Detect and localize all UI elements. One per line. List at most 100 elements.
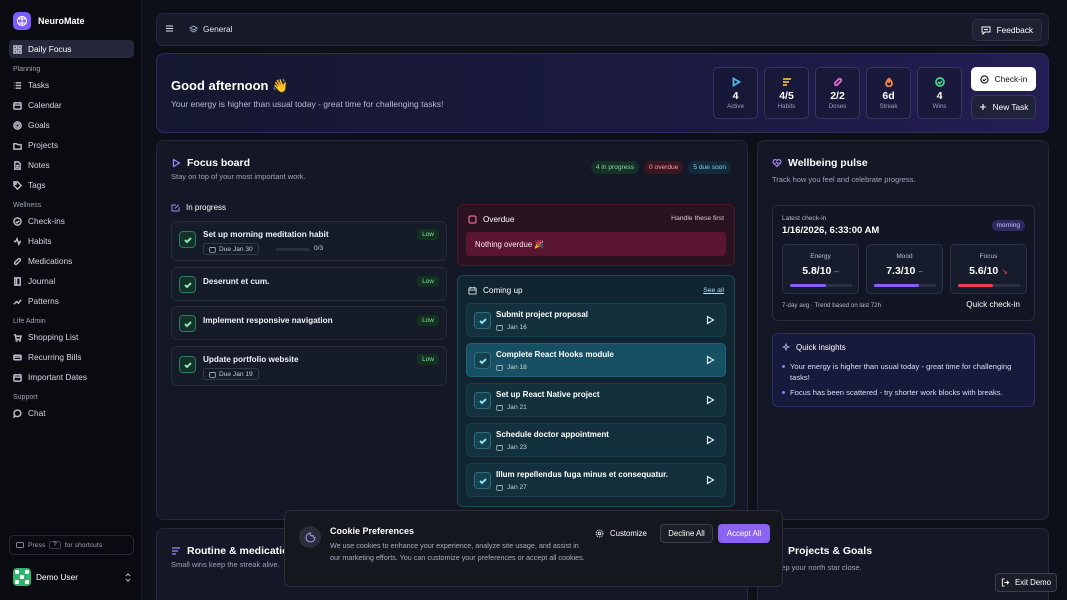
priority-badge: Low	[417, 229, 439, 240]
sidebar-item-recurring-bills[interactable]: Recurring Bills	[9, 348, 134, 366]
sidebar-item-habits[interactable]: Habits	[9, 232, 134, 250]
task-checkbox[interactable]	[474, 432, 491, 449]
task-checkbox[interactable]	[179, 231, 196, 248]
play-icon[interactable]	[705, 395, 715, 405]
due-date-badge: Due Jan 19	[203, 368, 259, 380]
upcoming-task[interactable]: Illum repellendus fuga minus et consequa…	[466, 463, 726, 497]
chevron-up-down-icon	[125, 572, 131, 582]
sidebar-item-notes[interactable]: Notes	[9, 156, 134, 174]
task-checkbox[interactable]	[474, 392, 491, 409]
list-icon	[13, 81, 22, 89]
sidebar-item-projects[interactable]: Projects	[9, 136, 134, 154]
sidebar-item-medications[interactable]: Medications	[9, 252, 134, 270]
sidebar-item-tags[interactable]: Tags	[9, 176, 134, 194]
sidebar-item-patterns[interactable]: Patterns	[9, 292, 134, 310]
metric-bar-fill	[790, 284, 826, 287]
play-icon[interactable]	[705, 315, 715, 325]
task-card[interactable]: Deserunt et cum. Low	[171, 267, 447, 301]
stat-label: Wins	[932, 102, 947, 110]
check-icon	[183, 361, 192, 368]
calendar-icon	[496, 485, 503, 491]
play-icon[interactable]	[705, 475, 715, 485]
metric-label: Focus	[979, 253, 998, 260]
nav-group-title: Wellness	[13, 201, 42, 209]
focus-board: Focus board Stay on top of your most imp…	[156, 140, 748, 520]
task-card[interactable]: Update portfolio website Low Due Jan 19	[171, 346, 447, 386]
sidebar-item-label: Chat	[28, 408, 46, 418]
check-in-button[interactable]: Check-in	[971, 67, 1036, 91]
sidebar-item-check-ins[interactable]: Check-ins	[9, 212, 134, 230]
accept-all-button[interactable]: Accept All	[718, 524, 770, 543]
stat-doses[interactable]: 2/2 Doses	[815, 67, 860, 119]
breadcrumb[interactable]: General	[189, 24, 233, 34]
sidebar-item-calendar[interactable]: Calendar	[9, 96, 134, 114]
task-checkbox[interactable]	[179, 356, 196, 373]
stat-streak[interactable]: 6d Streak	[866, 67, 911, 119]
play-icon[interactable]	[705, 355, 715, 365]
sidebar-item-tasks[interactable]: Tasks	[9, 76, 134, 94]
task-checkbox[interactable]	[474, 472, 491, 489]
task-checkbox[interactable]	[179, 315, 196, 332]
feedback-button[interactable]: Feedback	[971, 19, 1042, 41]
menu-icon[interactable]	[165, 24, 174, 33]
user-menu[interactable]: Demo User	[13, 568, 131, 586]
task-card[interactable]: Implement responsive navigation Low	[171, 306, 447, 340]
task-checkbox[interactable]	[179, 276, 196, 293]
sidebar-item-important-dates[interactable]: Important Dates	[9, 368, 134, 386]
task-title: Set up morning meditation habit	[203, 230, 329, 239]
sidebar-item-shopping-list[interactable]: Shopping List	[9, 328, 134, 346]
stat-active[interactable]: 4 Active	[713, 67, 758, 119]
sidebar-item-chat[interactable]: Chat	[9, 404, 134, 422]
bill-icon	[13, 354, 22, 360]
upcoming-task-title: Set up React Native project	[496, 390, 600, 399]
task-checkbox[interactable]	[474, 312, 491, 329]
task-progress-text: 0/3	[314, 245, 324, 252]
upcoming-task[interactable]: Submit project proposal Jan 16	[466, 303, 726, 337]
sidebar-item-label: Goals	[28, 120, 50, 130]
calendar-icon	[496, 405, 503, 411]
focus-board-subtitle: Stay on top of your most important work.	[171, 172, 306, 181]
customize-label: Customize	[610, 529, 647, 538]
check-circle-icon	[934, 76, 945, 87]
task-card[interactable]: Set up morning meditation habit Low Due …	[171, 221, 447, 261]
metric-energy: Energy 5.8/10 –	[782, 244, 859, 294]
upcoming-task-date: Jan 23	[496, 444, 527, 451]
sidebar-item-label: Shopping List	[28, 332, 79, 342]
customize-button[interactable]: Customize	[595, 524, 647, 543]
square-icon	[468, 215, 477, 224]
check-icon	[183, 320, 192, 327]
new-task-button[interactable]: New Task	[971, 95, 1036, 119]
metric-value: 5.8/10 –	[783, 265, 858, 277]
quick-check-in-button[interactable]: Quick check-in	[966, 300, 1020, 309]
sidebar-item-goals[interactable]: Goals	[9, 116, 134, 134]
overdue-section: Overdue Handle these first Nothing overd…	[457, 204, 735, 266]
trend-icon: –	[834, 267, 839, 276]
upcoming-task[interactable]: Set up React Native project Jan 21	[466, 383, 726, 417]
stat-habits[interactable]: 4/5 Habits	[764, 67, 809, 119]
see-all-link[interactable]: See all	[703, 287, 724, 294]
nav-group-title: Planning	[13, 65, 41, 73]
brain-logo-icon	[13, 12, 31, 30]
greeting-banner: Good afternoon 👋 Your energy is higher t…	[156, 53, 1049, 133]
sidebar-item-label: Patterns	[28, 296, 59, 306]
insight-item: Focus has been scattered - try shorter w…	[782, 387, 1030, 398]
play-icon[interactable]	[705, 435, 715, 445]
task-title: Update portfolio website	[203, 355, 299, 364]
sidebar-item-daily-focus[interactable]: Daily Focus	[9, 40, 134, 58]
sidebar-item-label: Habits	[28, 236, 52, 246]
metric-bar	[874, 284, 936, 287]
stats-row: 4 Active 4/5 Habits 2/2 Doses 6d Streak …	[713, 67, 962, 119]
checkin-icon	[13, 216, 22, 226]
sidebar-item-journal[interactable]: Journal	[9, 272, 134, 290]
sparkles-icon	[782, 343, 791, 352]
stat-wins[interactable]: 4 Wins	[917, 67, 962, 119]
shortcuts-hint[interactable]: Press ? for shortcuts	[9, 535, 134, 555]
sidebar-item-label: Tags	[28, 180, 46, 190]
greeting-title: Good afternoon 👋	[171, 78, 288, 94]
decline-all-button[interactable]: Decline All	[660, 524, 713, 543]
exit-demo-button[interactable]: Exit Demo	[995, 573, 1057, 592]
upcoming-task[interactable]: Schedule doctor appointment Jan 23	[466, 423, 726, 457]
task-checkbox[interactable]	[474, 352, 491, 369]
brand[interactable]: NeuroMate	[13, 12, 85, 30]
upcoming-task[interactable]: Complete React Hooks module Jan 18	[466, 343, 726, 377]
